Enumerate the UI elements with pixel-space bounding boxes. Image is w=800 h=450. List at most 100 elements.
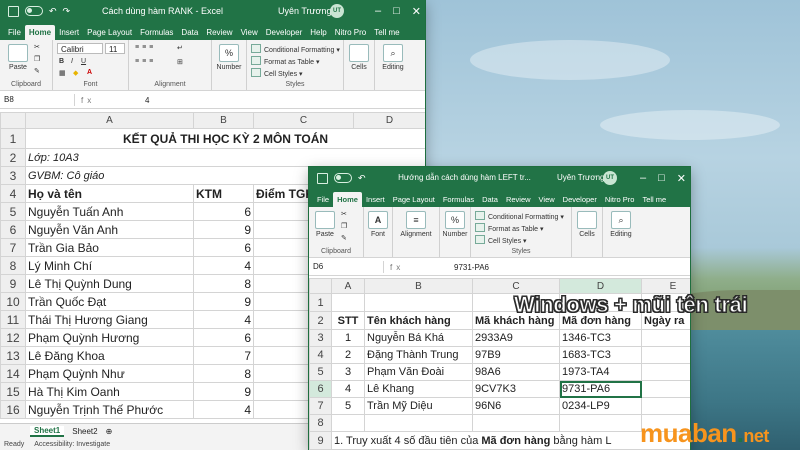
format-as-table-button[interactable]: Format as Table ▾ bbox=[475, 223, 544, 233]
row-header[interactable]: 5 bbox=[0, 202, 26, 221]
col-header-a[interactable]: A bbox=[331, 278, 365, 294]
avatar[interactable]: UT bbox=[603, 171, 617, 185]
row-header[interactable]: 8 bbox=[309, 414, 332, 432]
select-all-corner[interactable] bbox=[309, 278, 332, 294]
class-cell[interactable]: Lớp: 10A3 bbox=[25, 148, 425, 167]
tab-formulas[interactable]: Formulas bbox=[439, 192, 478, 207]
row-header[interactable]: 15 bbox=[0, 382, 26, 401]
customer-name-cell[interactable]: Trần Mỹ Diệu bbox=[364, 397, 473, 415]
borders-icon[interactable]: ▦ bbox=[59, 69, 66, 77]
conditional-formatting-button[interactable]: Conditional Formatting ▾ bbox=[475, 211, 564, 221]
row-header[interactable]: 13 bbox=[0, 346, 26, 365]
row-header[interactable]: 8 bbox=[0, 256, 26, 275]
add-sheet-icon[interactable]: ⊕ bbox=[106, 427, 113, 436]
order-code-cell[interactable]: 0234-LP9 bbox=[559, 397, 642, 415]
tab-page-layout[interactable]: Page Layout bbox=[389, 192, 439, 207]
conditional-formatting-button[interactable]: Conditional Formatting ▾ bbox=[251, 44, 340, 54]
instruction-cell[interactable]: 1. Truy xuất 4 số đầu tiên của Mã đơn hà… bbox=[331, 431, 690, 450]
row-header[interactable]: 9 bbox=[0, 274, 26, 293]
ktm-cell[interactable]: 9 bbox=[193, 292, 254, 311]
maximize-icon[interactable]: □ bbox=[393, 5, 400, 17]
row-header[interactable]: 7 bbox=[0, 238, 26, 257]
format-as-table-button[interactable]: Format as Table ▾ bbox=[251, 56, 320, 66]
paste-button[interactable]: Paste bbox=[313, 211, 337, 238]
cell-styles-button[interactable]: Cell Styles ▾ bbox=[251, 68, 303, 78]
row-header[interactable]: 3 bbox=[309, 329, 332, 347]
copy-icon[interactable]: ❐ bbox=[34, 55, 40, 63]
row-header[interactable]: 3 bbox=[0, 166, 26, 185]
row-header[interactable]: 2 bbox=[309, 311, 332, 330]
autosave-toggle[interactable] bbox=[334, 173, 352, 183]
row-header[interactable]: 6 bbox=[0, 220, 26, 239]
select-all-corner[interactable] bbox=[0, 112, 26, 129]
stt-cell[interactable]: 2 bbox=[331, 346, 365, 364]
ktm-cell[interactable]: 4 bbox=[193, 256, 254, 275]
sheet-tab-2[interactable]: Sheet2 bbox=[72, 427, 97, 436]
tab-developer[interactable]: Developer bbox=[559, 192, 601, 207]
font-button[interactable]: A Font bbox=[366, 211, 390, 238]
format-painter-icon[interactable]: ✎ bbox=[341, 234, 347, 242]
formula-input[interactable]: 4 bbox=[141, 96, 149, 105]
ktm-cell[interactable]: 6 bbox=[193, 238, 254, 257]
font-name-select[interactable]: Calibri bbox=[57, 43, 103, 54]
stt-cell[interactable]: 1 bbox=[331, 329, 365, 347]
number-format-button[interactable]: % Number bbox=[442, 211, 468, 238]
format-painter-icon[interactable]: ✎ bbox=[34, 67, 40, 75]
fill-color-icon[interactable]: ◆ bbox=[73, 69, 78, 77]
undo-icon[interactable]: ↶ bbox=[49, 6, 57, 17]
date-cell[interactable]: 13 bbox=[641, 346, 690, 364]
ktm-cell[interactable]: 8 bbox=[193, 274, 254, 293]
customer-code-cell[interactable]: 2933A9 bbox=[472, 329, 560, 347]
row-header[interactable]: 6 bbox=[309, 380, 332, 398]
minimize-icon[interactable]: – bbox=[640, 172, 646, 184]
customer-code-cell[interactable]: 96N6 bbox=[472, 397, 560, 415]
tab-home[interactable]: Home bbox=[24, 25, 56, 40]
copy-icon[interactable]: ❐ bbox=[341, 222, 347, 230]
tab-file[interactable]: File bbox=[4, 25, 25, 40]
tab-file[interactable]: File bbox=[313, 192, 333, 207]
date-cell[interactable]: 03 bbox=[641, 397, 690, 415]
close-icon[interactable]: ✕ bbox=[412, 5, 421, 18]
date-cell[interactable]: 11 bbox=[641, 329, 690, 347]
header-stt[interactable]: STT bbox=[331, 311, 365, 330]
wrap-text-icon[interactable]: ↵ bbox=[177, 44, 183, 52]
order-code-cell-selected[interactable]: 9731-PA6 bbox=[559, 380, 642, 398]
status-accessibility[interactable]: Accessibility: Investigate bbox=[34, 441, 110, 448]
customer-name-cell[interactable]: Đặng Thành Trung bbox=[364, 346, 473, 364]
ktm-cell[interactable]: 4 bbox=[193, 310, 254, 329]
customer-code-cell[interactable]: 97B9 bbox=[472, 346, 560, 364]
name-cell[interactable]: Phạm Quỳnh Như bbox=[25, 364, 194, 383]
alignment-button[interactable]: ≡ Alignment bbox=[395, 211, 437, 238]
cut-icon[interactable]: ✂ bbox=[341, 210, 347, 218]
tab-data[interactable]: Data bbox=[177, 25, 202, 40]
tab-review[interactable]: Review bbox=[502, 192, 535, 207]
close-icon[interactable]: ✕ bbox=[677, 172, 686, 185]
row-header[interactable]: 7 bbox=[309, 397, 332, 415]
bold-icon[interactable]: B bbox=[59, 58, 64, 65]
fx-label[interactable]: fx bbox=[384, 263, 450, 272]
col-header-b[interactable]: B bbox=[364, 278, 473, 294]
row-header[interactable]: 9 bbox=[309, 431, 332, 450]
font-size-select[interactable]: 11 bbox=[105, 43, 125, 54]
name-cell[interactable]: Nguyễn Văn Anh bbox=[25, 220, 194, 239]
customer-code-cell[interactable]: 9CV7K3 bbox=[472, 380, 560, 398]
order-code-cell[interactable]: 1346-TC3 bbox=[559, 329, 642, 347]
ktm-cell[interactable]: 6 bbox=[193, 202, 254, 221]
cells-button[interactable]: Cells bbox=[574, 211, 600, 238]
ktm-cell[interactable]: 9 bbox=[193, 220, 254, 239]
row-header[interactable]: 16 bbox=[0, 400, 26, 419]
row-header[interactable]: 4 bbox=[0, 184, 26, 203]
tab-data[interactable]: Data bbox=[478, 192, 502, 207]
fx-label[interactable]: fx bbox=[75, 96, 141, 105]
ktm-cell[interactable]: 6 bbox=[193, 328, 254, 347]
name-box[interactable]: D6 bbox=[309, 261, 384, 273]
col-header-a[interactable]: A bbox=[25, 112, 194, 129]
undo-icon[interactable]: ↶ bbox=[358, 173, 366, 184]
stt-cell[interactable]: 5 bbox=[331, 397, 365, 415]
name-cell[interactable]: Hà Thị Kim Oanh bbox=[25, 382, 194, 401]
ktm-cell[interactable]: 9 bbox=[193, 382, 254, 401]
date-cell[interactable]: 06 bbox=[641, 363, 690, 381]
tab-page-layout[interactable]: Page Layout bbox=[83, 25, 136, 40]
name-cell[interactable]: Thái Thị Hương Giang bbox=[25, 310, 194, 329]
name-cell[interactable]: Lê Đăng Khoa bbox=[25, 346, 194, 365]
